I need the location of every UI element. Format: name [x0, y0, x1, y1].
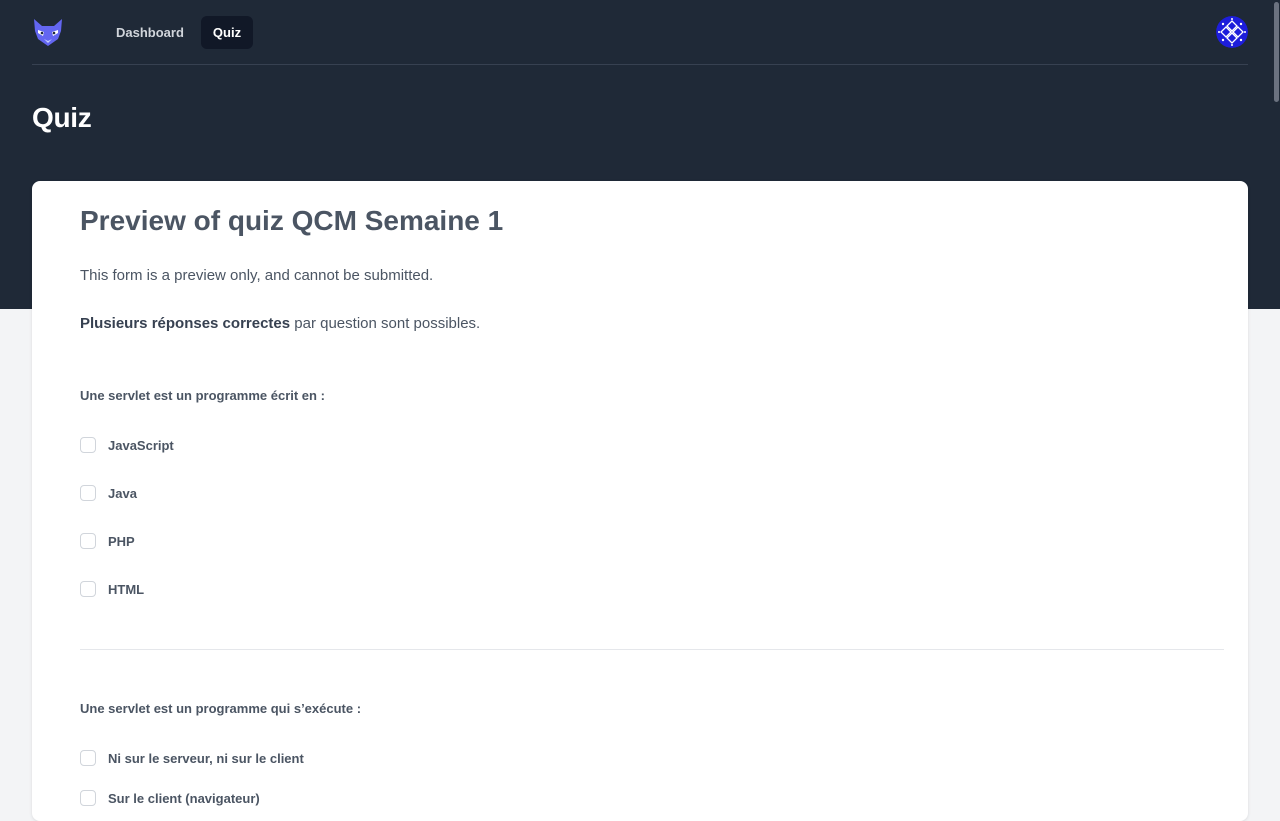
- nav-links: Dashboard Quiz: [104, 15, 254, 49]
- question-divider: [80, 649, 1224, 650]
- page-title: Quiz: [32, 102, 92, 133]
- scrollbar-thumb[interactable]: [1274, 2, 1279, 102]
- answer-option[interactable]: HTML: [80, 579, 144, 599]
- answer-label[interactable]: JavaScript: [108, 438, 174, 453]
- user-avatar-icon[interactable]: [1216, 16, 1248, 48]
- answer-label[interactable]: Sur le client (navigateur): [108, 791, 260, 806]
- fox-logo-icon[interactable]: [32, 16, 64, 48]
- answer-label[interactable]: Java: [108, 486, 137, 501]
- hint-bold-text: Plusieurs réponses correctes: [80, 315, 291, 332]
- question-label: Une servlet est un programme qui s’exécu…: [80, 701, 362, 716]
- answer-checkbox[interactable]: [80, 533, 96, 549]
- answer-checkbox[interactable]: [80, 581, 96, 597]
- page-scrollbar[interactable]: [1272, 0, 1280, 800]
- answer-option[interactable]: Java: [80, 483, 137, 503]
- multiple-answers-hint: Plusieurs réponses correctes par questio…: [80, 315, 480, 332]
- answer-option[interactable]: JavaScript: [80, 435, 174, 455]
- nav-link-dashboard[interactable]: Dashboard: [104, 16, 196, 49]
- hint-text: par question sont possibles.: [290, 315, 481, 332]
- answer-option[interactable]: PHP: [80, 531, 135, 551]
- answer-option[interactable]: Sur le client (navigateur): [80, 788, 260, 808]
- quiz-heading: Preview of quiz QCM Semaine 1: [80, 205, 504, 236]
- quiz-preview-card: Preview of quiz QCM Semaine 1 This form …: [32, 181, 1248, 821]
- nav-link-quiz[interactable]: Quiz: [200, 15, 254, 49]
- answer-checkbox[interactable]: [80, 485, 96, 501]
- top-navbar: Dashboard Quiz: [32, 0, 1248, 65]
- answer-option[interactable]: Ni sur le serveur, ni sur le client: [80, 748, 304, 768]
- answer-label[interactable]: PHP: [108, 534, 135, 549]
- answer-label[interactable]: Ni sur le serveur, ni sur le client: [108, 751, 304, 766]
- answer-checkbox[interactable]: [80, 437, 96, 453]
- question-label: Une servlet est un programme écrit en :: [80, 388, 325, 403]
- answer-checkbox[interactable]: [80, 750, 96, 766]
- answer-checkbox[interactable]: [80, 790, 96, 806]
- answer-label[interactable]: HTML: [108, 582, 144, 597]
- preview-notice: This form is a preview only, and cannot …: [80, 267, 434, 284]
